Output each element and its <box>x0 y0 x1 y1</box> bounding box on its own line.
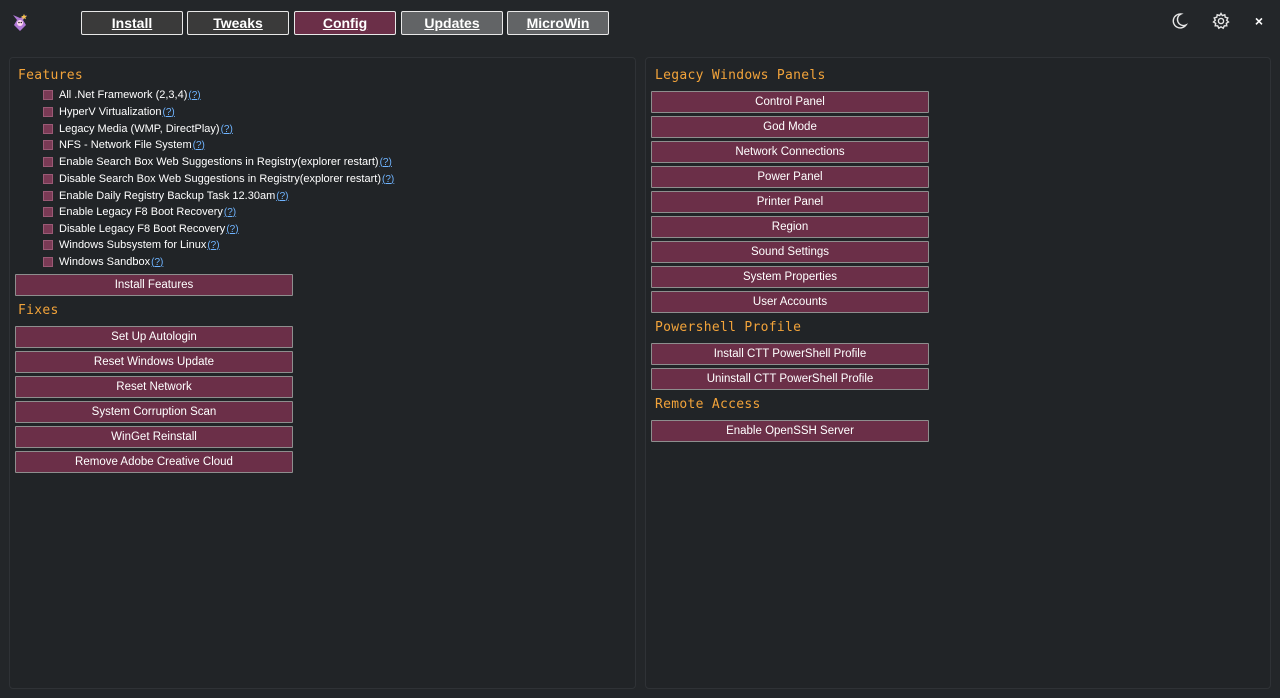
feature-item-sandbox: Windows Sandbox (?) <box>43 254 163 270</box>
help-link[interactable]: (?) <box>188 90 200 101</box>
feature-label: HyperV Virtualization <box>59 106 162 118</box>
help-link[interactable]: (?) <box>193 140 205 151</box>
remove-adobe-cc-button[interactable]: Remove Adobe Creative Cloud <box>15 451 293 473</box>
feature-checkbox[interactable] <box>43 191 53 201</box>
feature-label: Disable Legacy F8 Boot Recovery <box>59 223 226 235</box>
sound-settings-button[interactable]: Sound Settings <box>651 241 929 263</box>
feature-label: Enable Legacy F8 Boot Recovery <box>59 206 223 218</box>
moon-icon[interactable] <box>1169 11 1189 31</box>
help-link[interactable]: (?) <box>276 191 288 202</box>
feature-checkbox[interactable] <box>43 157 53 167</box>
feature-item-enable-search-suggestions: Enable Search Box Web Suggestions in Reg… <box>43 154 392 170</box>
feature-checkbox[interactable] <box>43 240 53 250</box>
feature-label: Windows Sandbox <box>59 256 151 268</box>
feature-label: All .Net Framework (2,3,4) <box>59 89 188 101</box>
tab-microwin[interactable]: MicroWin <box>507 11 609 35</box>
feature-label: Disable Search Box Web Suggestions in Re… <box>59 173 381 185</box>
feature-item-hyperv: HyperV Virtualization (?) <box>43 104 175 120</box>
system-corruption-scan-button[interactable]: System Corruption Scan <box>15 401 293 423</box>
remote-access-title: Remote Access <box>655 397 761 412</box>
feature-checkbox[interactable] <box>43 224 53 234</box>
feature-item-registry-backup: Enable Daily Registry Backup Task 12.30a… <box>43 188 288 204</box>
help-link[interactable]: (?) <box>207 240 219 251</box>
feature-label: Enable Daily Registry Backup Task 12.30a… <box>59 190 276 202</box>
feature-item-legacy-media: Legacy Media (WMP, DirectPlay) (?) <box>43 121 233 137</box>
feature-checkbox[interactable] <box>43 107 53 117</box>
uninstall-ctt-profile-button[interactable]: Uninstall CTT PowerShell Profile <box>651 368 929 390</box>
help-link[interactable]: (?) <box>226 224 238 235</box>
reset-windows-update-button[interactable]: Reset Windows Update <box>15 351 293 373</box>
feature-checkbox[interactable] <box>43 90 53 100</box>
feature-checkbox[interactable] <box>43 257 53 267</box>
system-properties-button[interactable]: System Properties <box>651 266 929 288</box>
fixes-title: Fixes <box>18 303 59 318</box>
tab-config[interactable]: Config <box>294 11 396 35</box>
region-button[interactable]: Region <box>651 216 929 238</box>
feature-item-dotnet: All .Net Framework (2,3,4) (?) <box>43 87 201 103</box>
install-ctt-profile-button[interactable]: Install CTT PowerShell Profile <box>651 343 929 365</box>
feature-checkbox[interactable] <box>43 174 53 184</box>
feature-item-disable-search-suggestions: Disable Search Box Web Suggestions in Re… <box>43 171 394 187</box>
user-accounts-button[interactable]: User Accounts <box>651 291 929 313</box>
help-link[interactable]: (?) <box>163 107 175 118</box>
setup-autologin-button[interactable]: Set Up Autologin <box>15 326 293 348</box>
feature-item-nfs: NFS - Network File System (?) <box>43 137 205 153</box>
power-panel-button[interactable]: Power Panel <box>651 166 929 188</box>
help-link[interactable]: (?) <box>221 124 233 135</box>
enable-openssh-button[interactable]: Enable OpenSSH Server <box>651 420 929 442</box>
feature-label: Legacy Media (WMP, DirectPlay) <box>59 123 220 135</box>
feature-checkbox[interactable] <box>43 124 53 134</box>
feature-item-enable-f8: Enable Legacy F8 Boot Recovery (?) <box>43 204 236 220</box>
feature-label: Enable Search Box Web Suggestions in Reg… <box>59 156 379 168</box>
help-link[interactable]: (?) <box>382 174 394 185</box>
app-logo <box>9 11 31 33</box>
legacy-panels-title: Legacy Windows Panels <box>655 68 826 83</box>
tab-updates[interactable]: Updates <box>401 11 503 35</box>
printer-panel-button[interactable]: Printer Panel <box>651 191 929 213</box>
help-link[interactable]: (?) <box>224 207 236 218</box>
network-connections-button[interactable]: Network Connections <box>651 141 929 163</box>
help-link[interactable]: (?) <box>151 257 163 268</box>
god-mode-button[interactable]: God Mode <box>651 116 929 138</box>
help-link[interactable]: (?) <box>380 157 392 168</box>
feature-label: Windows Subsystem for Linux <box>59 239 207 251</box>
feature-checkbox[interactable] <box>43 140 53 150</box>
gear-icon[interactable] <box>1211 11 1231 31</box>
features-title: Features <box>18 68 84 83</box>
tab-install[interactable]: Install <box>81 11 183 35</box>
powershell-profile-title: Powershell Profile <box>655 320 802 335</box>
control-panel-button[interactable]: Control Panel <box>651 91 929 113</box>
tab-tweaks[interactable]: Tweaks <box>187 11 289 35</box>
close-icon[interactable]: × <box>1251 13 1267 33</box>
reset-network-button[interactable]: Reset Network <box>15 376 293 398</box>
install-features-button[interactable]: Install Features <box>15 274 293 296</box>
feature-item-disable-f8: Disable Legacy F8 Boot Recovery (?) <box>43 221 239 237</box>
feature-item-wsl: Windows Subsystem for Linux (?) <box>43 237 220 253</box>
feature-label: NFS - Network File System <box>59 139 192 151</box>
winget-reinstall-button[interactable]: WinGet Reinstall <box>15 426 293 448</box>
feature-checkbox[interactable] <box>43 207 53 217</box>
